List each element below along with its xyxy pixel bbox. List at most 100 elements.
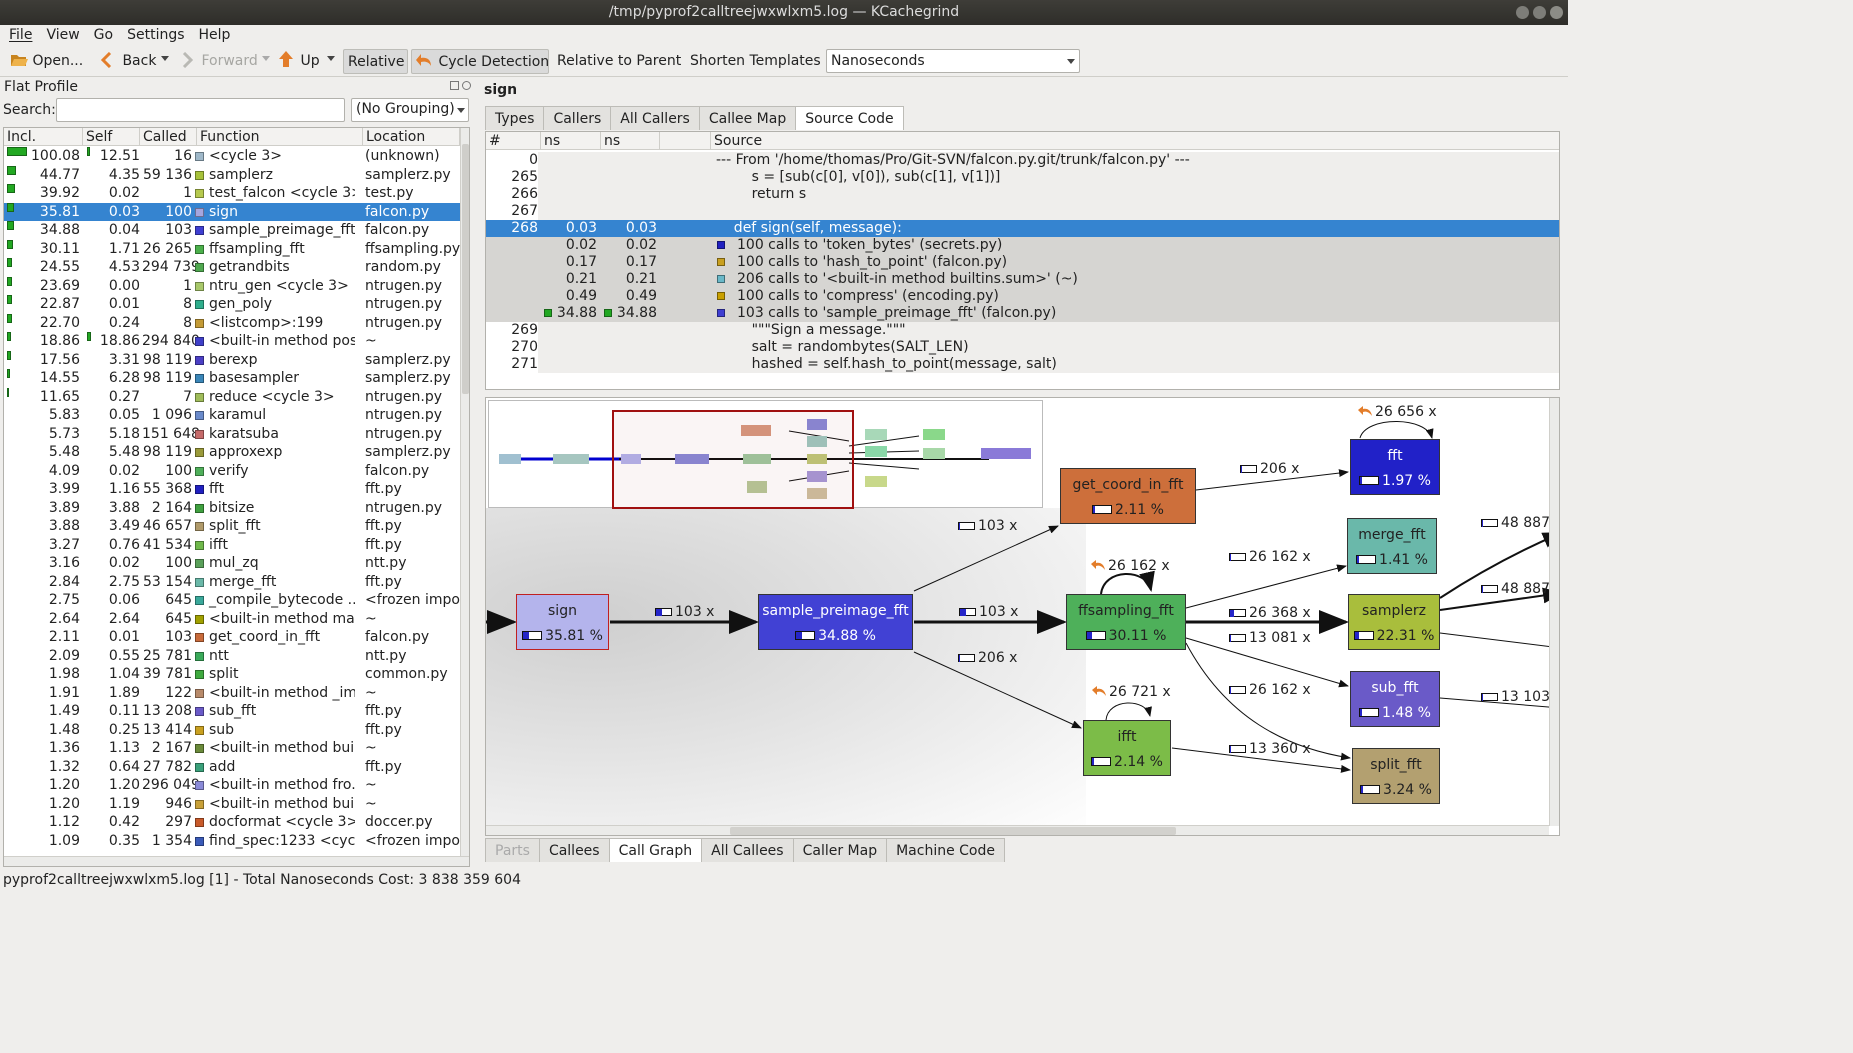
- table-row[interactable]: 22.70 0.24 8 <listcomp>:199 ntrugen.py: [4, 313, 460, 333]
- src-col-ns-self[interactable]: ns: [601, 132, 660, 150]
- table-row[interactable]: 3.88 3.49 46 657 split_fft fft.py: [4, 517, 460, 536]
- source-call-row[interactable]: 0.21 0.21 206 calls to '<built-in method b…: [486, 271, 1559, 288]
- source-line-row[interactable]: 267: [486, 203, 1559, 220]
- up-button[interactable]: Up: [274, 49, 324, 74]
- col-incl[interactable]: Incl.: [4, 128, 83, 146]
- tab-callee-map[interactable]: Callee Map: [698, 106, 797, 130]
- table-row[interactable]: 4.09 0.02 100 verify falcon.py: [4, 462, 460, 481]
- back-dropdown-icon[interactable]: [161, 56, 169, 61]
- source-line-row[interactable]: 269 """Sign a message.""": [486, 322, 1559, 339]
- table-row[interactable]: 1.36 1.13 2 167 <built-in method buil... ~: [4, 739, 460, 758]
- table-row[interactable]: 100.08 12.51 16 <cycle 3> (unknown): [4, 147, 460, 166]
- menu-help[interactable]: Help: [199, 25, 231, 46]
- graph-node-fft[interactable]: fft 1.97 %: [1350, 439, 1440, 495]
- source-line-row[interactable]: 266 return s: [486, 186, 1559, 203]
- cycle-detection-toggle[interactable]: Cycle Detection: [411, 49, 549, 74]
- col-location[interactable]: Location: [363, 128, 460, 146]
- tab-all-callers[interactable]: All Callers: [610, 106, 700, 130]
- col-self[interactable]: Self: [83, 128, 140, 146]
- table-row[interactable]: 39.92 0.02 1 test_falcon <cycle 3> test.py: [4, 184, 460, 203]
- graph-node-ifft[interactable]: ifft 2.14 %: [1083, 720, 1171, 776]
- menu-settings[interactable]: Settings: [127, 25, 184, 46]
- table-row[interactable]: 3.27 0.76 41 534 ifft fft.py: [4, 536, 460, 555]
- table-row[interactable]: 3.16 0.02 100 mul_zq ntt.py: [4, 554, 460, 573]
- source-call-row[interactable]: 34.88 34.88 103 calls to 'sample_preimage_…: [486, 305, 1559, 322]
- table-row[interactable]: 17.56 3.31 98 119 berexp samplerz.py: [4, 350, 460, 370]
- close-panel-icon[interactable]: [462, 81, 471, 90]
- table-row[interactable]: 30.11 1.71 26 265 ffsampling_fft ffsampling.…: [4, 239, 460, 259]
- source-line-row[interactable]: 0 --- From '/home/thomas/Pro/Git-SVN/falc…: [486, 152, 1559, 169]
- table-row[interactable]: 23.69 0.00 1 ntru_gen <cycle 3> ntrugen.py: [4, 276, 460, 296]
- close-icon[interactable]: [1550, 6, 1563, 19]
- table-row[interactable]: 2.64 2.64 645 <built-in method ma... ~: [4, 610, 460, 629]
- tab-machine-code[interactable]: Machine Code: [886, 838, 1005, 862]
- table-row[interactable]: 1.91 1.89 122 <built-in method _im... ~: [4, 684, 460, 703]
- table-row[interactable]: 1.48 0.25 13 414 sub fft.py: [4, 721, 460, 740]
- table-row[interactable]: 3.89 3.88 2 164 bitsize ntrugen.py: [4, 499, 460, 518]
- graph-node-spf[interactable]: sample_preimage_fft 34.88 %: [758, 594, 913, 650]
- shorten-templates-toggle[interactable]: Shorten Templates: [686, 49, 825, 74]
- source-call-row[interactable]: 0.49 0.49 100 calls to 'compress' (encodin…: [486, 288, 1559, 305]
- col-called[interactable]: Called: [140, 128, 197, 146]
- table-row[interactable]: 1.20 1.19 946 <built-in method buil... ~: [4, 795, 460, 814]
- maximize-icon[interactable]: [1533, 6, 1546, 19]
- table-row[interactable]: 2.75 0.06 645 _compile_bytecode ... <frozen …: [4, 591, 460, 610]
- table-row[interactable]: 44.77 4.35 59 136 samplerz samplerz.py: [4, 165, 460, 185]
- source-line-row[interactable]: 265 s = [sub(c[0], v[0]), sub(c[1], v[1]…: [486, 169, 1559, 186]
- menu-file[interactable]: File: [9, 25, 32, 46]
- forward-dropdown-icon[interactable]: [262, 56, 270, 61]
- source-call-row[interactable]: 0.02 0.02 100 calls to 'token_bytes' (secr…: [486, 237, 1559, 254]
- graph-node-split[interactable]: split_fft 3.24 %: [1352, 748, 1440, 804]
- table-row[interactable]: 5.83 0.05 1 096 karamul ntrugen.py: [4, 406, 460, 425]
- open-button[interactable]: Open...: [6, 49, 87, 74]
- tab-callees[interactable]: Callees: [538, 838, 610, 862]
- grouping-select[interactable]: (No Grouping): [351, 98, 469, 122]
- tab-call-graph[interactable]: Call Graph: [608, 838, 703, 862]
- source-line-row[interactable]: 268 0.03 0.03 def sign(self, message):: [486, 220, 1559, 237]
- source-call-row[interactable]: 0.17 0.17 100 calls to 'hash_to_point' (fa…: [486, 254, 1559, 271]
- table-row[interactable]: 35.81 0.03 100 sign falcon.py: [4, 202, 460, 221]
- graph-horizontal-scrollbar[interactable]: [486, 825, 1549, 835]
- table-row[interactable]: 1.98 1.04 39 781 split common.py: [4, 665, 460, 684]
- back-button[interactable]: Back: [96, 49, 160, 74]
- menu-go[interactable]: Go: [94, 25, 113, 46]
- table-row[interactable]: 1.09 0.35 1 354 find_spec:1233 <cycl... <fro…: [4, 832, 460, 851]
- up-dropdown-icon[interactable]: [327, 56, 335, 61]
- menu-view[interactable]: View: [46, 25, 79, 46]
- graph-panner[interactable]: [488, 400, 1043, 509]
- graph-vertical-scrollbar[interactable]: [1549, 398, 1559, 826]
- search-input[interactable]: [56, 98, 345, 122]
- table-row[interactable]: 1.12 0.42 297 docformat <cycle 3> doccer.py: [4, 813, 460, 832]
- source-line-row[interactable]: 270 salt = randombytes(SALT_LEN): [486, 339, 1559, 356]
- table-row[interactable]: 18.86 18.86 294 840 <built-in method pos...…: [4, 332, 460, 351]
- tab-source-code[interactable]: Source Code: [795, 106, 904, 130]
- tab-all-callees[interactable]: All Callees: [701, 838, 794, 862]
- table-row[interactable]: 11.65 0.27 7 reduce <cycle 3> ntrugen.py: [4, 387, 460, 407]
- event-type-select[interactable]: Nanoseconds: [826, 49, 1080, 73]
- table-row[interactable]: 5.48 5.48 98 119 approxexp samplerz.py: [4, 443, 460, 462]
- table-row[interactable]: 14.55 6.28 98 119 basesampler samplerz.py: [4, 369, 460, 388]
- table-row[interactable]: 5.73 5.18 151 648 karatsuba ntrugen.py: [4, 425, 460, 444]
- table-row[interactable]: 24.55 4.53 294 739 getrandbits random.py: [4, 258, 460, 277]
- graph-node-sign[interactable]: sign 35.81 %: [516, 594, 609, 650]
- table-row[interactable]: 2.84 2.75 53 154 merge_fft fft.py: [4, 573, 460, 592]
- vertical-scrollbar[interactable]: [460, 128, 469, 856]
- scrollbar-thumb[interactable]: [730, 827, 1176, 835]
- graph-node-subfft[interactable]: sub_fft 1.48 %: [1350, 671, 1440, 727]
- source-line-row[interactable]: 271 hashed = self.hash_to_point(message,…: [486, 356, 1559, 373]
- table-row[interactable]: 1.20 1.20 296 049 <built-in method fro... ~: [4, 776, 460, 795]
- relative-to-parent-toggle[interactable]: Relative to Parent: [553, 49, 685, 74]
- relative-toggle[interactable]: Relative: [343, 49, 408, 74]
- table-row[interactable]: 3.99 1.16 55 368 fft fft.py: [4, 480, 460, 499]
- table-row[interactable]: 2.09 0.55 25 781 ntt ntt.py: [4, 647, 460, 666]
- float-panel-icon[interactable]: [450, 81, 459, 90]
- table-row[interactable]: 1.49 0.11 13 208 sub_fft fft.py: [4, 702, 460, 721]
- graph-node-merge[interactable]: merge_fft 1.41 %: [1347, 518, 1437, 574]
- src-col-source[interactable]: Source: [711, 132, 1559, 150]
- tab-caller-map[interactable]: Caller Map: [792, 838, 888, 862]
- table-row[interactable]: 2.11 0.01 103 get_coord_in_fft falcon.py: [4, 628, 460, 647]
- graph-node-samplerz[interactable]: samplerz 22.31 %: [1348, 594, 1440, 650]
- src-col-ns-incl[interactable]: ns: [541, 132, 601, 150]
- scrollbar-thumb[interactable]: [462, 144, 469, 394]
- forward-button[interactable]: Forward: [176, 49, 262, 74]
